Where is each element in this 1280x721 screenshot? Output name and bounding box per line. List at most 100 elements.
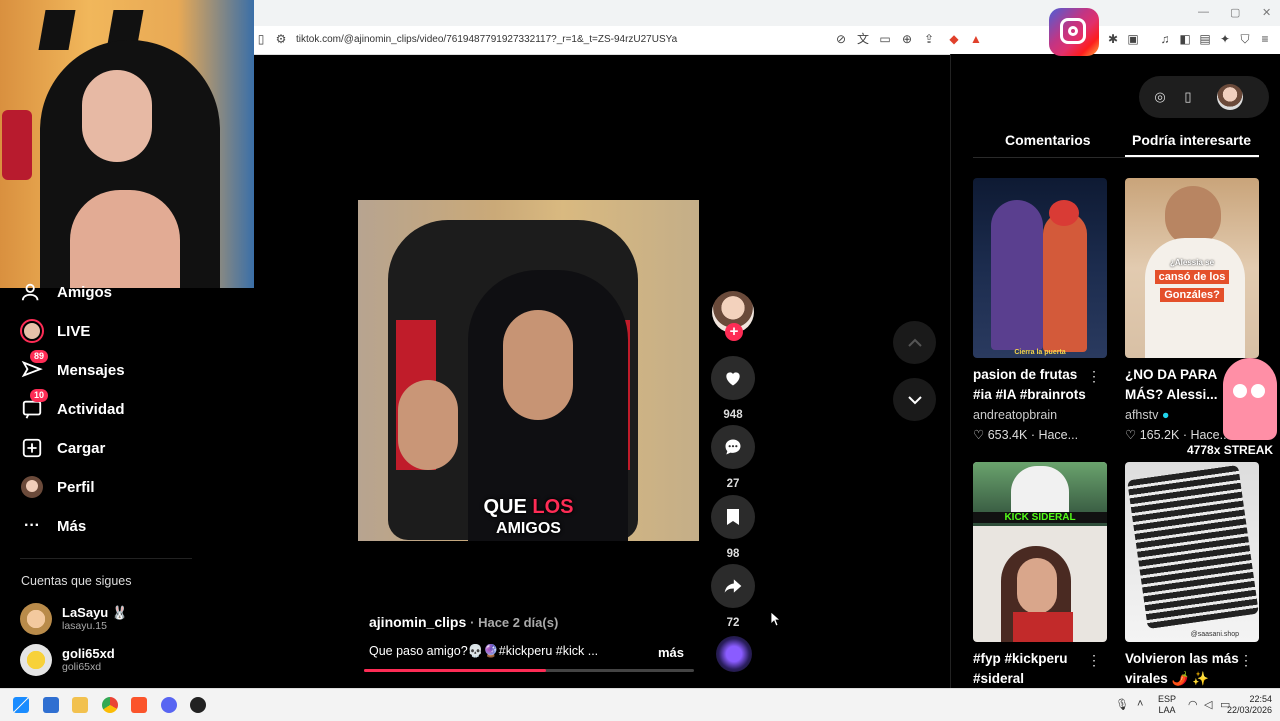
sidebar-item-actividad[interactable]: 10 Actividad [20,389,125,421]
sidebar-item-label: Cargar [57,439,106,457]
chrome-icon[interactable] [102,697,118,713]
file-explorer-icon[interactable] [72,697,88,713]
browser-tabstrip: — ▢ ✕ [254,0,1280,26]
active-tab-indicator [1125,155,1259,157]
music-icon[interactable]: ♫ [1158,32,1172,46]
card-author[interactable]: andreatopbrain [973,408,1107,422]
patrick-sticker [1223,358,1277,440]
upload-icon [20,436,44,460]
minimize-button[interactable]: — [1198,6,1209,18]
card-options-icon[interactable]: ⋮ [1239,652,1253,669]
menu-icon[interactable]: ≡ [1258,32,1272,46]
recommended-video-card[interactable]: Cierra la puerta pasion de frutas #ia #I… [973,178,1107,442]
mouse-cursor-icon [771,612,781,626]
account-name: LaSayu 🐰 [62,605,129,620]
translate-icon[interactable]: 文 [856,32,870,46]
tab-divider [973,157,1259,158]
sidebar-item-perfil[interactable]: Perfil [20,475,95,499]
compass-icon[interactable]: ◎ [1151,88,1169,106]
wifi-icon[interactable]: ◠ [1188,698,1198,711]
obs-icon[interactable] [190,697,206,713]
ai-icon[interactable]: ✦ [1218,32,1232,46]
extensions-icon[interactable]: ✱ [1106,32,1120,46]
wallet2-icon[interactable]: ▤ [1198,32,1212,46]
avatar [20,603,52,635]
share-button[interactable] [711,564,755,608]
card-options-icon[interactable]: ⋮ [1087,652,1101,669]
system-clock[interactable]: 22:54 22/03/2026 [1227,694,1272,716]
discord-icon[interactable] [161,697,177,713]
more-button[interactable]: más [658,645,684,660]
address-bar[interactable]: tiktok.com/@ajinomin_clips/video/7619487… [296,34,677,45]
sidebar-item-mas[interactable]: ··· Más [20,514,86,538]
zoom-icon[interactable]: ⊕ [900,32,914,46]
user-avatar[interactable] [1217,84,1243,110]
previous-video-button[interactable] [893,321,936,364]
like-action[interactable]: 948 [711,356,755,421]
card-options-icon[interactable]: ⋮ [1087,368,1101,385]
brave-rewards-icon[interactable]: ▲ [969,32,983,46]
post-username[interactable]: ajinomin_clips · Hace 2 día(s) [369,614,558,630]
reader-mode-icon[interactable]: ▭ [878,32,892,46]
like-button[interactable] [711,356,755,400]
sidebar-item-mensajes[interactable]: 89 Mensajes [20,350,125,382]
recommended-video-card[interactable]: KICK SIDERAL #fyp #kickperu #sideral ⋮ [973,462,1107,689]
card-stats: ♡ 653.4K · Hace... [973,428,1079,442]
task-view-icon[interactable] [43,697,59,713]
following-account[interactable]: goli65xd goli65xd [20,644,115,676]
share-action[interactable]: 72 [711,564,755,629]
video-thumbnail[interactable]: KICK SIDERAL [973,462,1107,642]
sidebar-item-label: Perfil [57,478,95,496]
video-thumbnail[interactable]: Cierra la puerta [973,178,1107,358]
music-disc-icon[interactable] [716,636,752,672]
language-indicator[interactable]: ESP LAA [1158,694,1176,716]
vpn-icon[interactable]: ⛉ [1238,32,1252,46]
sidepanel-icon[interactable]: ◧ [1178,32,1192,46]
activity-icon: 10 [20,389,49,421]
site-settings-icon[interactable]: ⚙ [274,32,288,46]
wallet-icon[interactable]: ▣ [1126,32,1140,46]
video-caption: QUE LOS AMIGOS [483,496,574,537]
microphone [2,110,32,180]
video-player[interactable]: QUE LOS AMIGOS [358,200,699,541]
close-button[interactable]: ✕ [1262,6,1271,19]
tab-podria-interesarte[interactable]: Podría interesarte [1132,132,1251,148]
following-account[interactable]: LaSayu 🐰 lasayu.15 [20,603,128,635]
volume-icon[interactable]: ◁ [1204,698,1212,711]
sidebar-item-label: Mensajes [57,361,125,379]
windows-start-icon[interactable] [13,697,29,713]
follow-button[interactable]: + [725,323,743,341]
save-action[interactable]: 98 [711,495,755,560]
friends-icon [20,280,44,304]
brave-shield-icon[interactable]: ◆ [947,32,961,46]
brave-icon[interactable] [131,697,147,713]
tab-comentarios[interactable]: Comentarios [1005,132,1091,148]
comment-count: 27 [726,478,740,490]
no-eye-icon[interactable]: ⊘ [834,32,848,46]
card-title: #fyp #kickperu #sideral [973,651,1068,686]
maximize-button[interactable]: ▢ [1230,6,1240,19]
sidebar-item-label: Amigos [57,283,113,301]
microphone-icon[interactable]: 🎙 [1115,698,1129,711]
post-time: · Hace 2 día(s) [470,615,559,630]
video-progress-bar[interactable] [364,669,694,672]
comment-action[interactable]: 27 [711,425,755,490]
sidebar: Amigos LIVE 89 Mensajes 10 Actividad Car… [0,284,254,688]
chevron-up-icon [907,338,922,347]
sidebar-item-cargar[interactable]: Cargar [20,436,105,460]
next-video-button[interactable] [893,378,936,421]
sidebar-item-label: LIVE [57,322,91,340]
phone-icon[interactable]: ▯ [1179,88,1197,106]
recommended-video-card[interactable]: @saasani.shop Volvieron las más virales … [1125,462,1259,689]
sidebar-toggle-icon[interactable]: ▯ [254,32,268,46]
profile-icon [20,475,44,499]
comment-button[interactable] [711,425,755,469]
sidebar-item-amigos[interactable]: Amigos [20,280,112,304]
video-thumbnail[interactable]: ¿Alessia se cansó de los Gonzáles? [1125,178,1259,358]
share-icon[interactable]: ⇪ [922,32,936,46]
video-thumbnail[interactable]: @saasani.shop [1125,462,1259,642]
bookmark-icon [727,509,739,525]
save-button[interactable] [711,495,755,539]
tray-chevron-icon[interactable]: ˄ [1137,698,1143,710]
sidebar-item-live[interactable]: LIVE [20,319,90,343]
